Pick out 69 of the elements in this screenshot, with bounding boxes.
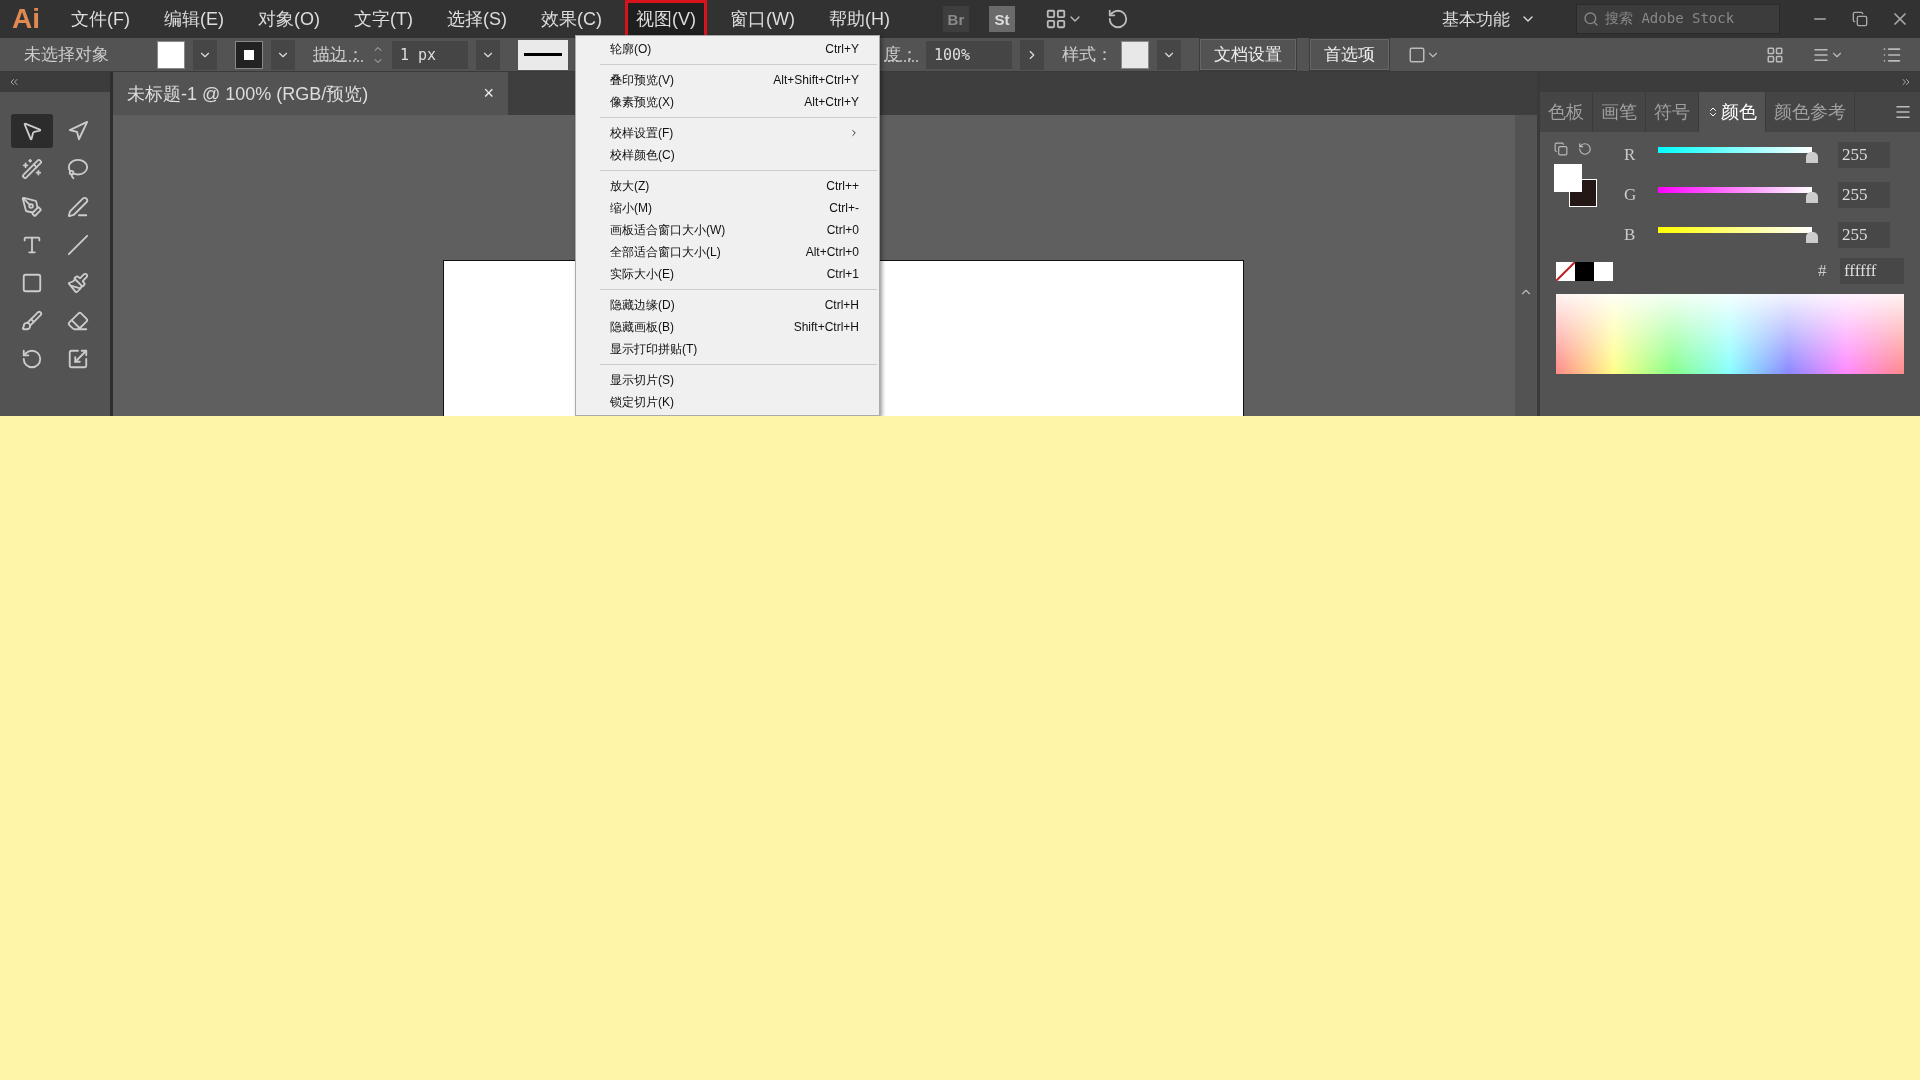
menu-item[interactable]: 窗口(W): [718, 0, 806, 38]
fill-stroke-drawing[interactable]: [1554, 164, 1598, 208]
panel-tab[interactable]: 颜色: [1699, 92, 1766, 132]
search-placeholder: 搜索 Adobe Stock: [1605, 10, 1735, 28]
workspace-switcher[interactable]: 基本功能: [1442, 7, 1536, 31]
menu-item[interactable]: 文件(F): [60, 0, 141, 38]
toolbar-button[interactable]: 首选项: [1309, 38, 1390, 71]
selection-tool-icon[interactable]: [11, 114, 53, 148]
document-title: 未标题-1 @ 100% (RGB/预览): [127, 82, 369, 106]
menu-item[interactable]: 锁定切片(K): [576, 391, 879, 413]
align-icon[interactable]: [1766, 45, 1784, 64]
channel-label: R: [1624, 145, 1637, 165]
sync-icon[interactable]: [1106, 8, 1129, 30]
close-tab-icon[interactable]: ×: [483, 83, 494, 104]
app-badge[interactable]: St: [988, 6, 1015, 32]
menu-item[interactable]: 校样设置(F): [576, 122, 879, 144]
menu-item[interactable]: 显示切片(S): [576, 369, 879, 391]
fill-swatch[interactable]: [157, 40, 185, 69]
channel-value-field[interactable]: 255: [1838, 222, 1890, 248]
channel-value-field[interactable]: 255: [1838, 182, 1890, 208]
slider-thumb[interactable]: [1806, 192, 1818, 203]
menu-item[interactable]: 叠印预览(V) Alt+Shift+Ctrl+Y: [576, 69, 879, 91]
channel-value-field[interactable]: 255: [1838, 142, 1890, 168]
menu-item[interactable]: 隐藏画板(B) Shift+Ctrl+H: [576, 316, 879, 338]
expand-icon[interactable]: [1900, 76, 1912, 88]
slider-thumb[interactable]: [1806, 152, 1818, 163]
menu-item[interactable]: 画板适合窗口大小(W) Ctrl+0: [576, 219, 879, 241]
collapse-icon[interactable]: [8, 76, 20, 88]
menu-item[interactable]: 编辑(E): [153, 0, 235, 38]
menu-item[interactable]: 放大(Z) Ctrl++: [576, 175, 879, 197]
opacity-label[interactable]: 度：: [884, 43, 918, 66]
menu-item[interactable]: 效果(C): [529, 0, 613, 38]
selection-label: 未选择对象: [24, 44, 109, 66]
menu-item[interactable]: 视图(V): [624, 0, 707, 38]
menu-item[interactable]: 帮助(H): [817, 0, 901, 38]
channel-label: G: [1624, 185, 1638, 205]
document-tab[interactable]: 未标题-1 @ 100% (RGB/预览) ×: [113, 72, 508, 115]
color-spectrum[interactable]: [1556, 294, 1904, 374]
menu-item[interactable]: 缩小(M) Ctrl+-: [576, 197, 879, 219]
menu-item[interactable]: 对象(O): [247, 0, 331, 38]
color-swatch[interactable]: [1575, 261, 1594, 281]
menu-item[interactable]: 全部适合窗口大小(L) Alt+Ctrl+0: [576, 241, 879, 263]
stroke-weight-field[interactable]: 1 px: [392, 40, 468, 69]
menu-item[interactable]: 校样颜色(C): [576, 144, 879, 166]
color-swatch[interactable]: [1594, 261, 1613, 281]
menu-item[interactable]: 显示打印拼贴(T): [576, 338, 879, 360]
toolbar-button[interactable]: 文档设置: [1199, 38, 1297, 71]
menu-item[interactable]: 隐藏边缘(D) Ctrl+H: [576, 294, 879, 316]
channel-label: B: [1624, 225, 1637, 245]
menu-item[interactable]: 轮廓(O) Ctrl+Y: [576, 38, 879, 60]
hex-label: #: [1818, 261, 1828, 281]
style-swatch[interactable]: [1121, 40, 1149, 69]
stroke-label[interactable]: 描边：: [313, 43, 364, 66]
menu-item[interactable]: 实际大小(E) Ctrl+1: [576, 263, 879, 285]
slider-thumb[interactable]: [1806, 232, 1818, 243]
hex-field[interactable]: ffffff: [1840, 258, 1904, 284]
style-label: 样式：: [1062, 44, 1113, 66]
menu-item[interactable]: 文字(T): [343, 0, 424, 38]
isolate-icon[interactable]: [1408, 45, 1440, 64]
stroke-swatch[interactable]: [235, 40, 263, 69]
submenu-icon: [849, 128, 859, 138]
search-icon: [1583, 11, 1599, 27]
options-toggle-icon: [1707, 106, 1719, 118]
app-logo: Ai: [11, 3, 41, 35]
opacity-field[interactable]: 100%: [926, 40, 1012, 69]
menu-item[interactable]: 选择(S): [435, 0, 518, 38]
menu-item[interactable]: 像素预览(X) Alt+Ctrl+Y: [576, 91, 879, 113]
none-swatch-icon[interactable]: [1556, 261, 1575, 281]
stroke-profile-field[interactable]: [518, 39, 568, 70]
